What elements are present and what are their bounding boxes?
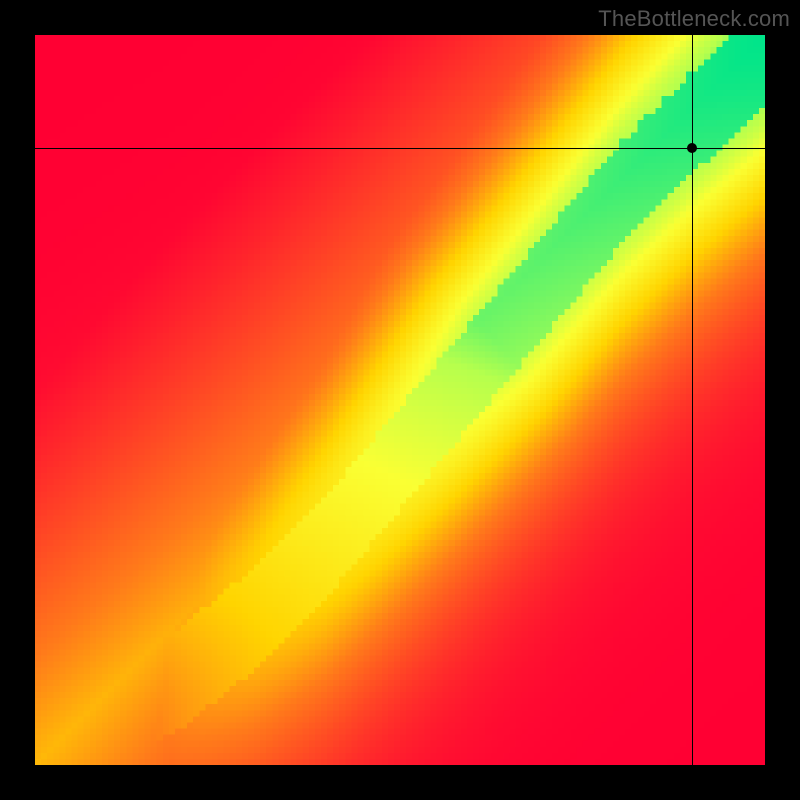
watermark-text: TheBottleneck.com <box>598 6 790 32</box>
bottleneck-heatmap <box>35 35 765 765</box>
chart-wrapper: TheBottleneck.com <box>0 0 800 800</box>
